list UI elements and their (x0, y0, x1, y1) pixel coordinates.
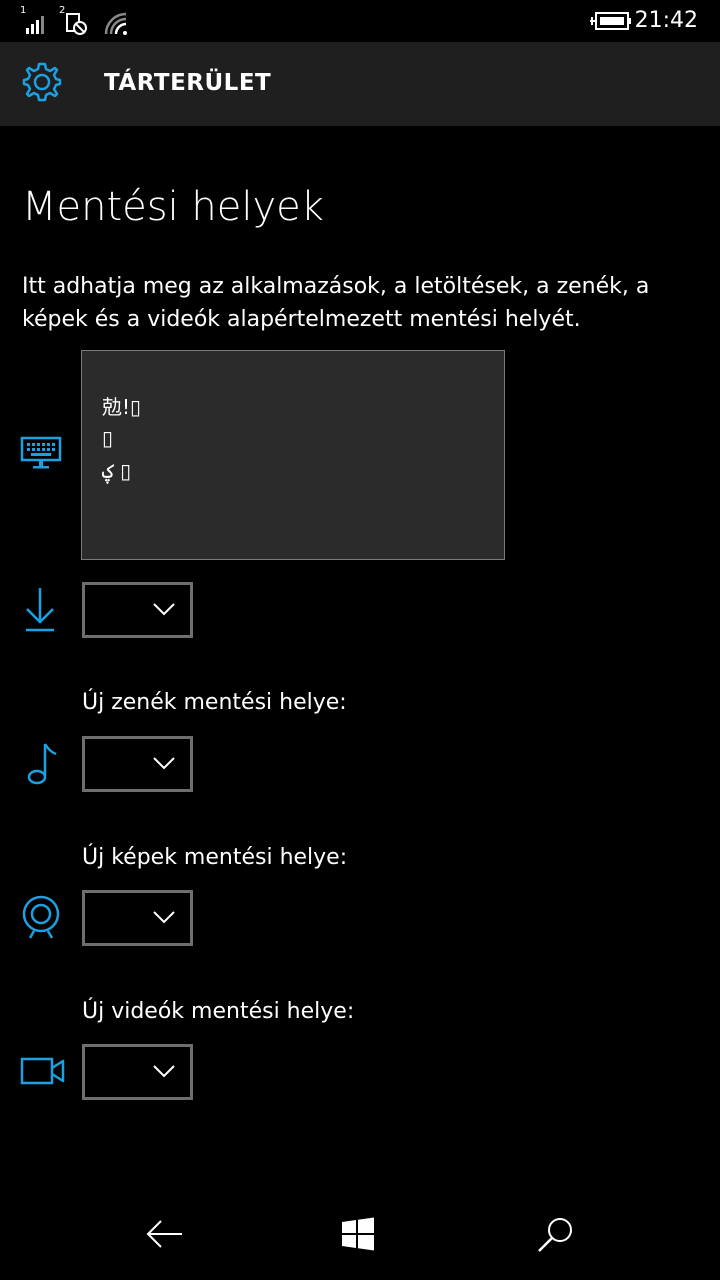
camera-icon (22, 895, 60, 939)
download-icon (26, 588, 54, 632)
back-icon[interactable] (144, 1216, 184, 1252)
page-description: Itt adhatja meg az alkalmazások, a letöl… (22, 274, 650, 332)
search-icon[interactable] (536, 1216, 576, 1254)
pictures-location-dropdown[interactable] (82, 890, 193, 946)
popup-option[interactable]: ▯ (102, 426, 113, 450)
page-title: Mentési helyek (22, 184, 324, 230)
sim2-label: 2 (59, 5, 66, 16)
popup-option[interactable]: ؼ ▯ (102, 459, 131, 483)
dropdown-popup[interactable]: 勊!▯ ▯ ؼ ▯ (81, 350, 505, 560)
downloads-location-dropdown[interactable] (82, 582, 193, 638)
gear-icon (22, 62, 62, 102)
clock: 21:42 (634, 8, 698, 33)
music-location-label: Új zenék mentési helye: (82, 690, 347, 715)
app-icon (20, 436, 62, 469)
chevron-down-icon (153, 757, 175, 770)
sim-no-signal-icon (66, 13, 87, 35)
navigation-bar (0, 1190, 720, 1280)
video-icon (20, 1057, 65, 1085)
videos-location-label: Új videók mentési helye: (82, 999, 355, 1024)
wifi-icon (104, 12, 127, 35)
music-icon (27, 743, 57, 785)
chevron-down-icon (153, 1065, 175, 1078)
header-title: TÁRTERÜLET (104, 70, 272, 96)
popup-option[interactable]: 勊!▯ (102, 391, 141, 420)
pictures-location-label: Új képek mentési helye: (82, 845, 348, 870)
windows-start-icon[interactable] (340, 1216, 376, 1252)
app-header: TÁRTERÜLET (0, 42, 720, 126)
chevron-down-icon (153, 603, 175, 616)
chevron-down-icon (153, 911, 175, 924)
signal-icon (26, 16, 44, 34)
music-location-dropdown[interactable] (82, 736, 193, 792)
battery-charging-icon (590, 12, 631, 30)
videos-location-dropdown[interactable] (82, 1044, 193, 1100)
status-bar: 1 2 21:42 (0, 0, 720, 42)
